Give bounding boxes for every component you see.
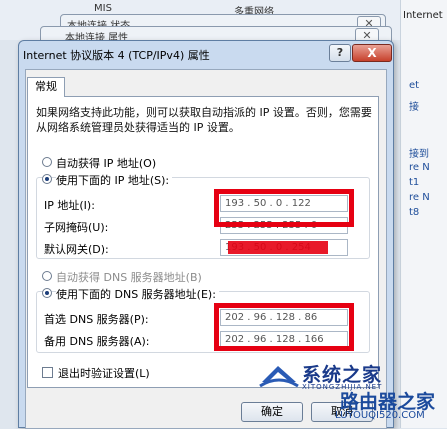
- dialog-title: Internet 协议版本 4 (TCP/IPv4) 属性: [23, 49, 210, 62]
- background-right-text: re N: [409, 162, 430, 173]
- gateway-label: 默认网关(D):: [44, 243, 109, 256]
- radio-ip-auto[interactable]: [42, 157, 52, 167]
- background-right-panel: Internet et 接 接到 re N t1 re N t8: [400, 0, 447, 428]
- dns-auto-label: 自动获得 DNS 服务器地址(B): [56, 271, 202, 284]
- alternate-dns-label: 备用 DNS 服务器(A):: [44, 335, 150, 348]
- highlight-box: [214, 189, 354, 227]
- background-right-text: et: [409, 80, 420, 91]
- description-text: 如果网络支持此功能，则可以获取自动指派的 IP 设置。否则，您需要从网络系统管理…: [36, 106, 372, 134]
- close-button[interactable]: X: [352, 44, 392, 62]
- preferred-dns-label: 首选 DNS 服务器(P):: [44, 313, 149, 326]
- highlight-box: [214, 303, 354, 351]
- ip-auto-label: 自动获得 IP 地址(O): [56, 157, 157, 170]
- background-right-text: Internet: [403, 10, 443, 21]
- validate-label: 退出时验证设置(L): [58, 367, 150, 380]
- subnet-mask-label: 子网掩码(U):: [44, 221, 109, 234]
- background-right-text: 接到: [409, 149, 429, 160]
- radio-ip-manual[interactable]: [42, 174, 52, 184]
- background-right-text: t1: [409, 177, 420, 188]
- background-right-text: re N: [409, 192, 430, 203]
- watermark-logo: [259, 366, 299, 388]
- background-right-text: 接: [409, 102, 419, 113]
- help-button[interactable]: ?: [329, 44, 351, 62]
- background-right-text: t8: [409, 207, 420, 218]
- tab-general[interactable]: 常规: [27, 77, 65, 97]
- highlight-box: [228, 241, 328, 254]
- ip-address-label: IP 地址(I):: [44, 199, 95, 212]
- ip-manual-label: 使用下面的 IP 地址(S):: [56, 172, 173, 188]
- radio-dns-manual[interactable]: [42, 288, 52, 298]
- ok-button[interactable]: 确定: [241, 402, 303, 422]
- background-text-mis: MIS: [94, 3, 112, 14]
- watermark-text: LUYOUQI520.COM: [335, 410, 425, 421]
- dns-manual-label: 使用下面的 DNS 服务器地址(E):: [56, 286, 219, 302]
- validate-checkbox[interactable]: [42, 367, 53, 378]
- general-tab-page: 如果网络支持此功能，则可以获取自动指派的 IP 设置。否则，您需要从网络系统管理…: [27, 96, 379, 388]
- radio-dns-auto[interactable]: [42, 271, 52, 281]
